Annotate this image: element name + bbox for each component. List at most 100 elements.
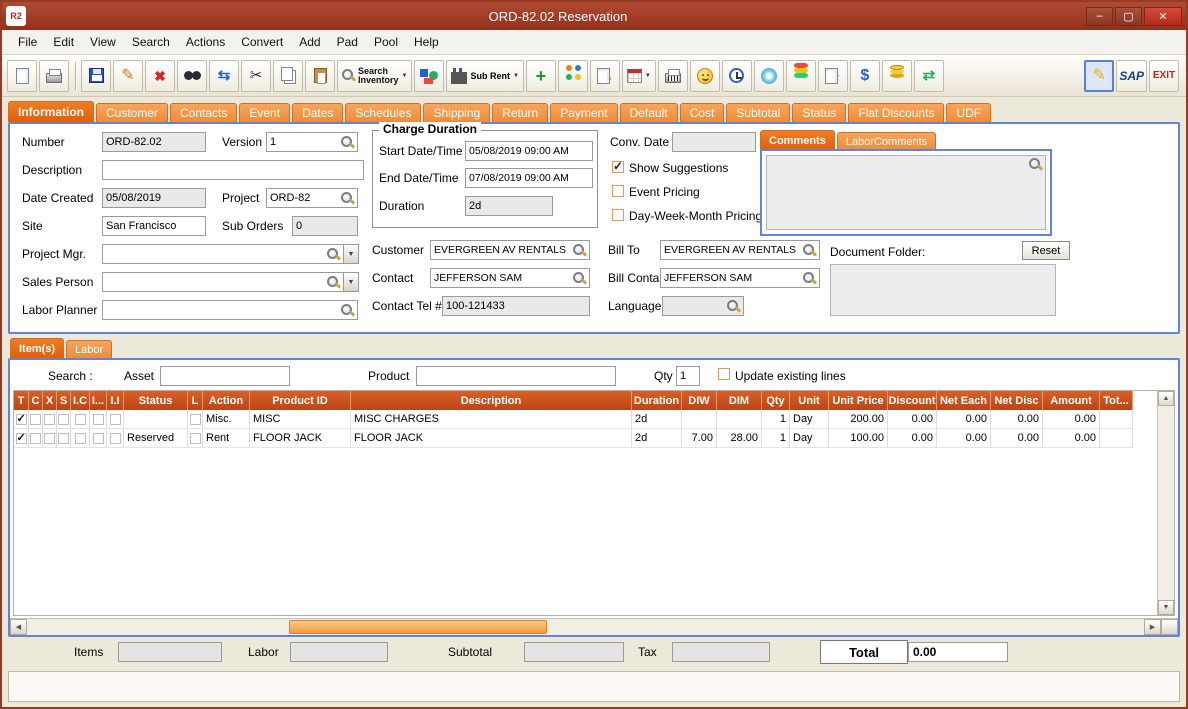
col-diw[interactable]: DIW	[682, 391, 717, 410]
col-net-disc[interactable]: Net Disc	[991, 391, 1043, 410]
maximize-button[interactable]: ▢	[1115, 7, 1142, 26]
print-button[interactable]	[39, 60, 69, 92]
col-dim[interactable]: DIM	[717, 391, 762, 410]
description-input[interactable]	[102, 160, 364, 180]
col-l[interactable]: L	[188, 391, 203, 410]
site-input[interactable]: San Francisco	[102, 216, 206, 236]
col-unit[interactable]: Unit	[790, 391, 829, 410]
tab-information[interactable]: Information	[8, 101, 94, 122]
event-pricing-checkbox[interactable]	[612, 185, 624, 197]
tab-contacts[interactable]: Contacts	[170, 103, 237, 122]
col-status[interactable]: Status	[124, 391, 188, 410]
col-discount[interactable]: Discount	[888, 391, 937, 410]
tab-items[interactable]: Item(s)	[10, 338, 64, 358]
search-icon[interactable]	[327, 276, 340, 289]
contact-input[interactable]: JEFFERSON SAM	[430, 268, 590, 288]
shapes-button[interactable]	[414, 60, 444, 92]
reset-button[interactable]: Reset	[1022, 241, 1070, 260]
col-product-id[interactable]: Product ID	[250, 391, 351, 410]
close-button[interactable]: ✕	[1144, 7, 1182, 26]
search-icon[interactable]	[727, 300, 740, 313]
asset-input[interactable]	[160, 366, 290, 386]
comments-textarea[interactable]	[766, 155, 1046, 230]
col-c[interactable]: C	[29, 391, 43, 410]
cut-button[interactable]: ✂	[241, 60, 271, 92]
menu-pad[interactable]: Pad	[329, 32, 366, 52]
edit-note-button[interactable]: ✎	[590, 60, 620, 92]
row-i1-checkbox[interactable]	[93, 433, 104, 444]
search-icon[interactable]	[1029, 158, 1042, 171]
scrollbar-track[interactable]	[27, 619, 1144, 635]
col-ic[interactable]: I.C	[71, 391, 90, 410]
start-datetime-input[interactable]: 05/08/2019 09:00 AM	[465, 141, 593, 161]
col-amount[interactable]: Amount	[1043, 391, 1100, 410]
row-l-checkbox[interactable]	[190, 414, 201, 425]
scroll-up-icon[interactable]: ▲	[1158, 391, 1174, 406]
table-row[interactable]: Misc. MISC MISC CHARGES 2d 1 Day 200.00 …	[14, 410, 1174, 429]
delete-button[interactable]: ✖	[145, 60, 175, 92]
save-button[interactable]	[81, 60, 111, 92]
menu-pool[interactable]: Pool	[366, 32, 406, 52]
number-input[interactable]: ORD-82.02	[102, 132, 206, 152]
tab-comments[interactable]: Comments	[760, 130, 835, 150]
disc-button[interactable]	[754, 60, 784, 92]
money-button[interactable]	[882, 60, 912, 92]
row-i2-checkbox[interactable]	[110, 433, 121, 444]
print-barcode-button[interactable]	[658, 60, 688, 92]
day-week-month-checkbox[interactable]	[612, 209, 624, 221]
col-tot[interactable]: Tot...	[1100, 391, 1133, 410]
tab-udf[interactable]: UDF	[946, 103, 991, 122]
duration-input[interactable]: 2d	[465, 196, 553, 216]
search-icon[interactable]	[573, 272, 586, 285]
col-action[interactable]: Action	[203, 391, 250, 410]
currency-button[interactable]: $	[850, 60, 880, 92]
labor-planner-input[interactable]	[102, 300, 358, 320]
scroll-down-icon[interactable]: ▼	[1158, 600, 1174, 615]
project-mgr-input[interactable]	[102, 244, 344, 264]
group-items-button[interactable]	[558, 60, 588, 92]
menu-file[interactable]: File	[10, 32, 45, 52]
exit-button[interactable]: EXIT	[1149, 60, 1179, 92]
history-button[interactable]	[722, 60, 752, 92]
col-unit-price[interactable]: Unit Price	[829, 391, 888, 410]
new-document-button[interactable]	[7, 60, 37, 92]
find-button[interactable]	[177, 60, 207, 92]
edit-document-button[interactable]: ✓	[818, 60, 848, 92]
col-t[interactable]: T	[14, 391, 29, 410]
search-icon[interactable]	[327, 248, 340, 261]
menu-edit[interactable]: Edit	[45, 32, 82, 52]
smiley-button[interactable]	[690, 60, 720, 92]
row-s-checkbox[interactable]	[58, 414, 69, 425]
search-icon[interactable]	[803, 244, 816, 257]
bill-contact-input[interactable]: JEFFERSON SAM	[660, 268, 820, 288]
contact-tel-input[interactable]: 100-121433	[442, 296, 590, 316]
tab-subtotal[interactable]: Subtotal	[726, 103, 790, 122]
sub-rent-button[interactable]: Sub Rent ▼	[446, 60, 523, 92]
project-mgr-dropdown[interactable]: ▼	[344, 244, 359, 264]
tab-flat-discounts[interactable]: Flat Discounts	[848, 103, 944, 122]
row-c-checkbox[interactable]	[30, 414, 41, 425]
menu-help[interactable]: Help	[406, 32, 447, 52]
database-button[interactable]	[786, 60, 816, 92]
tab-labor-comments[interactable]: LaborComments	[837, 132, 936, 150]
row-i1-checkbox[interactable]	[93, 414, 104, 425]
tab-status[interactable]: Status	[792, 103, 846, 122]
row-l-checkbox[interactable]	[190, 433, 201, 444]
calendar-button[interactable]: ▼	[622, 60, 656, 92]
search-inventory-button[interactable]: Search Inventory ▼	[337, 60, 412, 92]
conv-date-input[interactable]	[672, 132, 756, 152]
sales-person-input[interactable]	[102, 272, 344, 292]
end-datetime-input[interactable]: 07/08/2019 09:00 AM	[465, 168, 593, 188]
row-ic-checkbox[interactable]	[75, 414, 86, 425]
col-i2[interactable]: I.I	[107, 391, 124, 410]
customer-input[interactable]: EVERGREEN AV RENTALS	[430, 240, 590, 260]
search-icon[interactable]	[341, 304, 354, 317]
tab-default[interactable]: Default	[620, 103, 678, 122]
sap-button[interactable]: SAP	[1116, 60, 1147, 92]
col-qty[interactable]: Qty	[762, 391, 790, 410]
row-x-checkbox[interactable]	[44, 414, 55, 425]
highlighter-button[interactable]: ✎	[1084, 60, 1114, 92]
tab-shipping[interactable]: Shipping	[423, 103, 490, 122]
row-i2-checkbox[interactable]	[110, 414, 121, 425]
version-input[interactable]: 1	[266, 132, 358, 152]
